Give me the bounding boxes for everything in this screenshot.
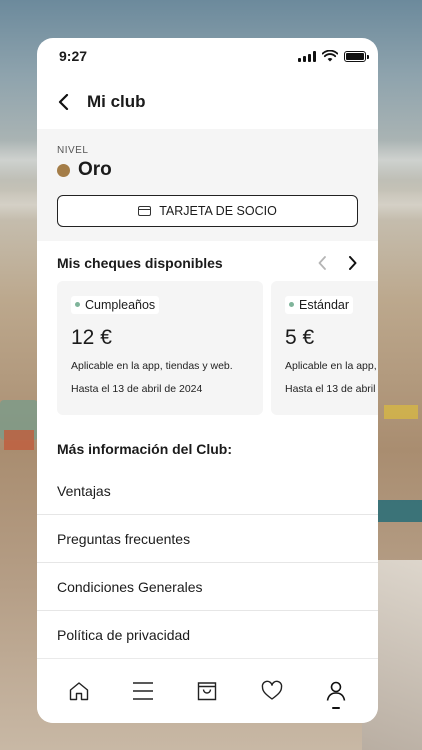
- level-badge-dot: [57, 163, 70, 177]
- next-arrow-icon[interactable]: [346, 255, 358, 271]
- tab-profile[interactable]: [316, 671, 356, 711]
- bag-icon: [198, 682, 217, 701]
- cheque-description: Aplicable en la app, tiendas y web.: [285, 359, 378, 372]
- info-item-ventajas[interactable]: Ventajas: [37, 467, 378, 515]
- tab-home[interactable]: [59, 671, 99, 711]
- status-time: 9:27: [59, 48, 88, 64]
- level-label: NIVEL: [57, 145, 89, 156]
- page-header: Mi club: [37, 74, 378, 129]
- cheque-tag-label: Cumpleaños: [85, 297, 156, 312]
- level-row: Oro: [57, 159, 358, 181]
- tab-favorites[interactable]: [252, 671, 292, 711]
- cheque-amount: 12 €: [71, 325, 112, 349]
- bottom-tab-bar: [37, 658, 378, 723]
- cheque-validity: Hasta el 13 de abril de 2024: [285, 382, 378, 395]
- home-icon: [69, 682, 89, 701]
- info-item-privacy[interactable]: Política de privacidad: [37, 611, 378, 659]
- cheque-description: Aplicable en la app, tiendas y web.: [71, 359, 233, 372]
- cheque-card[interactable]: Cumpleaños 12 € Aplicable en la app, tie…: [57, 281, 263, 415]
- cheques-header: Mis cheques disponibles: [37, 241, 378, 281]
- cheques-carousel[interactable]: Cumpleaños 12 € Aplicable en la app, tie…: [37, 281, 378, 415]
- club-info-list: Ventajas Preguntas frecuentes Condicione…: [37, 467, 378, 659]
- battery-icon: [344, 50, 369, 62]
- tag-dot-icon: [289, 302, 294, 307]
- tag-dot-icon: [75, 302, 80, 307]
- wifi-icon: [322, 50, 338, 62]
- member-card-button[interactable]: TARJETA DE SOCIO: [57, 195, 358, 227]
- level-name: Oro: [78, 159, 112, 180]
- club-info-title: Más información del Club:: [57, 441, 233, 457]
- menu-icon: [133, 682, 154, 700]
- info-item-faq[interactable]: Preguntas frecuentes: [37, 515, 378, 563]
- cheques-title: Mis cheques disponibles: [57, 255, 223, 271]
- prev-arrow-icon[interactable]: [316, 255, 328, 271]
- cheque-amount: 5 €: [285, 325, 315, 349]
- page-title: Mi club: [87, 91, 146, 111]
- user-icon: [326, 681, 346, 701]
- phone-screen: 9:27 Mi club NIVEL Oro TARJETA DE SOCIO: [37, 38, 378, 723]
- member-card-label: TARJETA DE SOCIO: [159, 204, 277, 218]
- level-section: NIVEL Oro TARJETA DE SOCIO: [37, 129, 378, 241]
- cheque-card[interactable]: Estándar 5 € Aplicable en la app, tienda…: [271, 281, 378, 415]
- cheque-validity: Hasta el 13 de abril de 2024: [71, 382, 203, 395]
- info-item-conditions[interactable]: Condiciones Generales: [37, 563, 378, 611]
- back-arrow-icon[interactable]: [55, 93, 73, 111]
- tab-bag[interactable]: [187, 671, 227, 711]
- status-bar: 9:27: [37, 38, 378, 74]
- heart-icon: [261, 680, 282, 700]
- cheques-carousel-arrows: [316, 255, 358, 271]
- credit-card-icon: [138, 206, 152, 216]
- tab-menu[interactable]: [123, 671, 163, 711]
- cheque-tag-label: Estándar: [299, 297, 350, 312]
- active-tab-indicator: [331, 707, 340, 709]
- cheque-tag: Cumpleaños: [71, 295, 160, 314]
- cheque-tag: Estándar: [285, 295, 354, 314]
- signal-icon: [298, 50, 316, 62]
- status-icons: [298, 50, 369, 62]
